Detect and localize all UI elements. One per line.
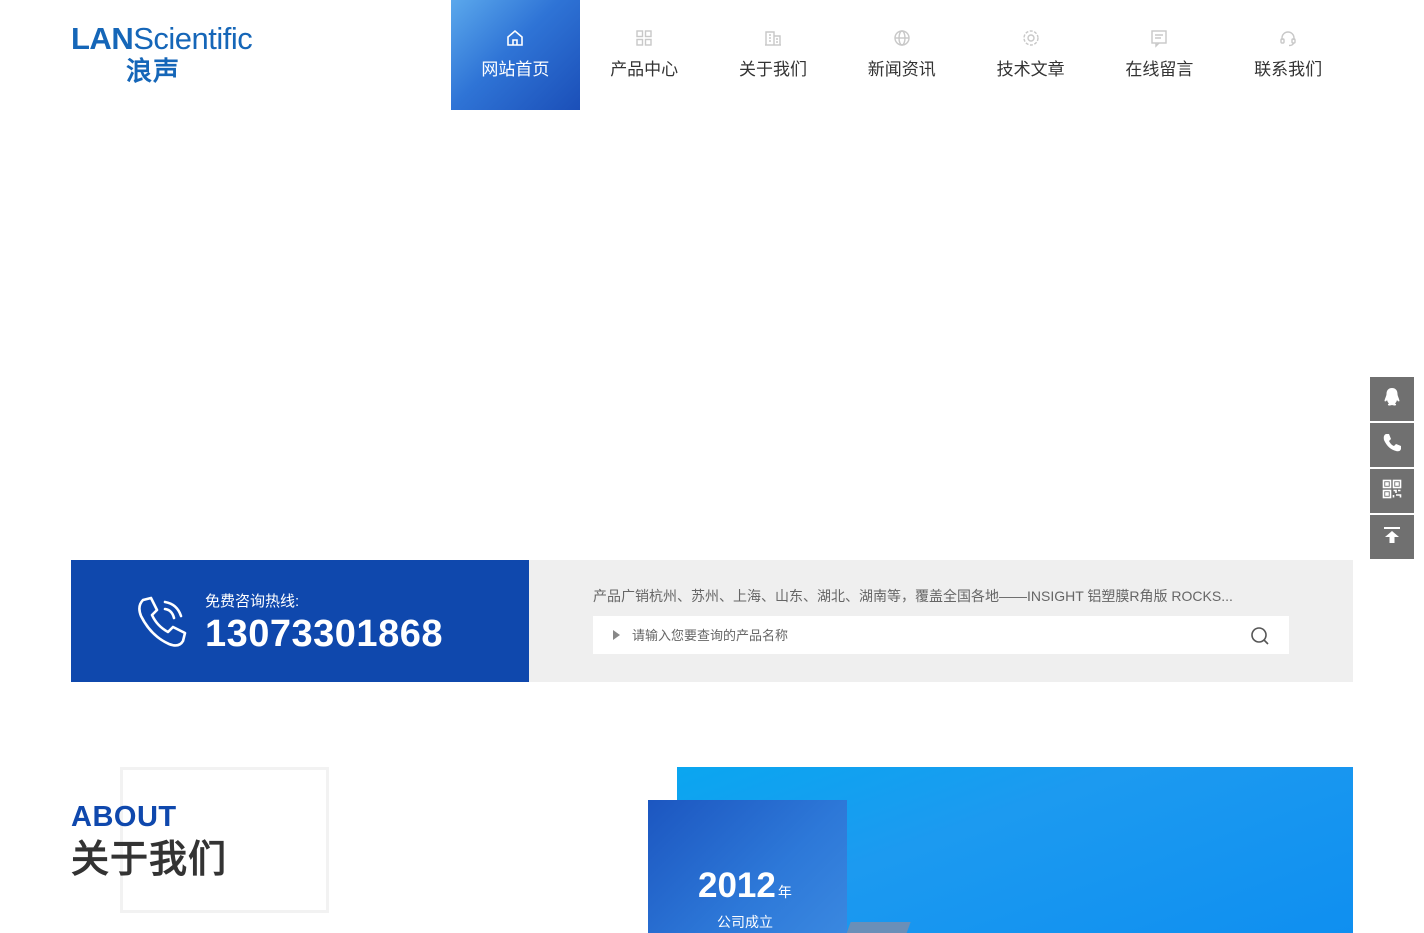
- hotline-panel: 免费咨询热线: 13073301868: [71, 560, 529, 682]
- nav-item-message[interactable]: 在线留言: [1095, 0, 1224, 110]
- nav-item-home[interactable]: 网站首页: [451, 0, 580, 110]
- phone-ring-icon: [133, 592, 193, 652]
- nav-label: 在线留言: [1125, 60, 1194, 79]
- nav-label: 技术文章: [996, 60, 1065, 79]
- about-title-en: ABOUT: [71, 801, 177, 833]
- back-to-top-icon: [1381, 524, 1403, 551]
- headset-icon: [1277, 27, 1299, 49]
- year-value: 2012: [698, 866, 776, 905]
- search-input[interactable]: [632, 627, 1222, 643]
- main-nav: 网站首页 产品中心 关于我们 新闻资讯 技术文章 在线留言 联系我们: [451, 0, 1353, 110]
- hot-keywords[interactable]: 产品广销杭州、苏州、上海、山东、湖北、湖南等，覆盖全国各地——INSIGHT 铝…: [593, 586, 1293, 606]
- back-to-top-button[interactable]: [1370, 515, 1414, 559]
- nav-item-about[interactable]: 关于我们: [709, 0, 838, 110]
- building-icon: [762, 27, 784, 49]
- nav-label: 产品中心: [610, 60, 679, 79]
- caret-right-icon: [613, 630, 620, 640]
- phone-button[interactable]: [1370, 423, 1414, 467]
- nav-label: 关于我们: [738, 60, 807, 79]
- about-title-cn: 关于我们: [71, 839, 228, 881]
- hotline-label: 免费咨询热线:: [205, 593, 300, 610]
- nav-label: 网站首页: [481, 60, 550, 79]
- nav-label: 新闻资讯: [867, 60, 936, 79]
- search-icon[interactable]: [1249, 625, 1271, 647]
- qrcode-icon: [1381, 478, 1403, 505]
- logo-chinese: 浪声: [126, 56, 181, 86]
- year-unit: 年: [777, 884, 792, 900]
- founded-year-card: 2012 年 公司成立: [648, 800, 847, 933]
- building-roof-shape: [843, 922, 911, 933]
- qrcode-button[interactable]: [1370, 469, 1414, 513]
- globe-icon: [891, 27, 913, 49]
- home-icon: [504, 27, 526, 49]
- logo-en-light: Scientific: [133, 21, 253, 56]
- qq-button[interactable]: [1370, 377, 1414, 421]
- hero-banner: [0, 110, 1424, 560]
- qq-icon: [1381, 386, 1403, 413]
- nav-item-contact[interactable]: 联系我们: [1224, 0, 1353, 110]
- side-toolbar: [1370, 377, 1414, 561]
- site-logo[interactable]: LANScientific 浪声: [71, 22, 271, 92]
- nav-item-products[interactable]: 产品中心: [580, 0, 709, 110]
- phone-icon: [1381, 432, 1403, 459]
- message-icon: [1148, 27, 1170, 49]
- hotline-number[interactable]: 13073301868: [205, 612, 443, 656]
- nav-item-news[interactable]: 新闻资讯: [837, 0, 966, 110]
- nav-label: 联系我们: [1254, 60, 1323, 79]
- founded-year: 2012 年: [698, 866, 792, 912]
- search-panel: 产品广销杭州、苏州、上海、山东、湖北、湖南等，覆盖全国各地——INSIGHT 铝…: [529, 560, 1353, 682]
- search-box: [593, 616, 1289, 654]
- site-header: LANScientific 浪声 网站首页 产品中心 关于我们 新闻资讯 技术文…: [0, 0, 1424, 110]
- gear-icon: [1020, 27, 1042, 49]
- logo-english: LANScientific: [71, 22, 271, 56]
- founded-caption: 公司成立: [717, 914, 773, 930]
- grid-icon: [633, 27, 655, 49]
- logo-en-bold: LAN: [71, 21, 134, 56]
- nav-item-articles[interactable]: 技术文章: [966, 0, 1095, 110]
